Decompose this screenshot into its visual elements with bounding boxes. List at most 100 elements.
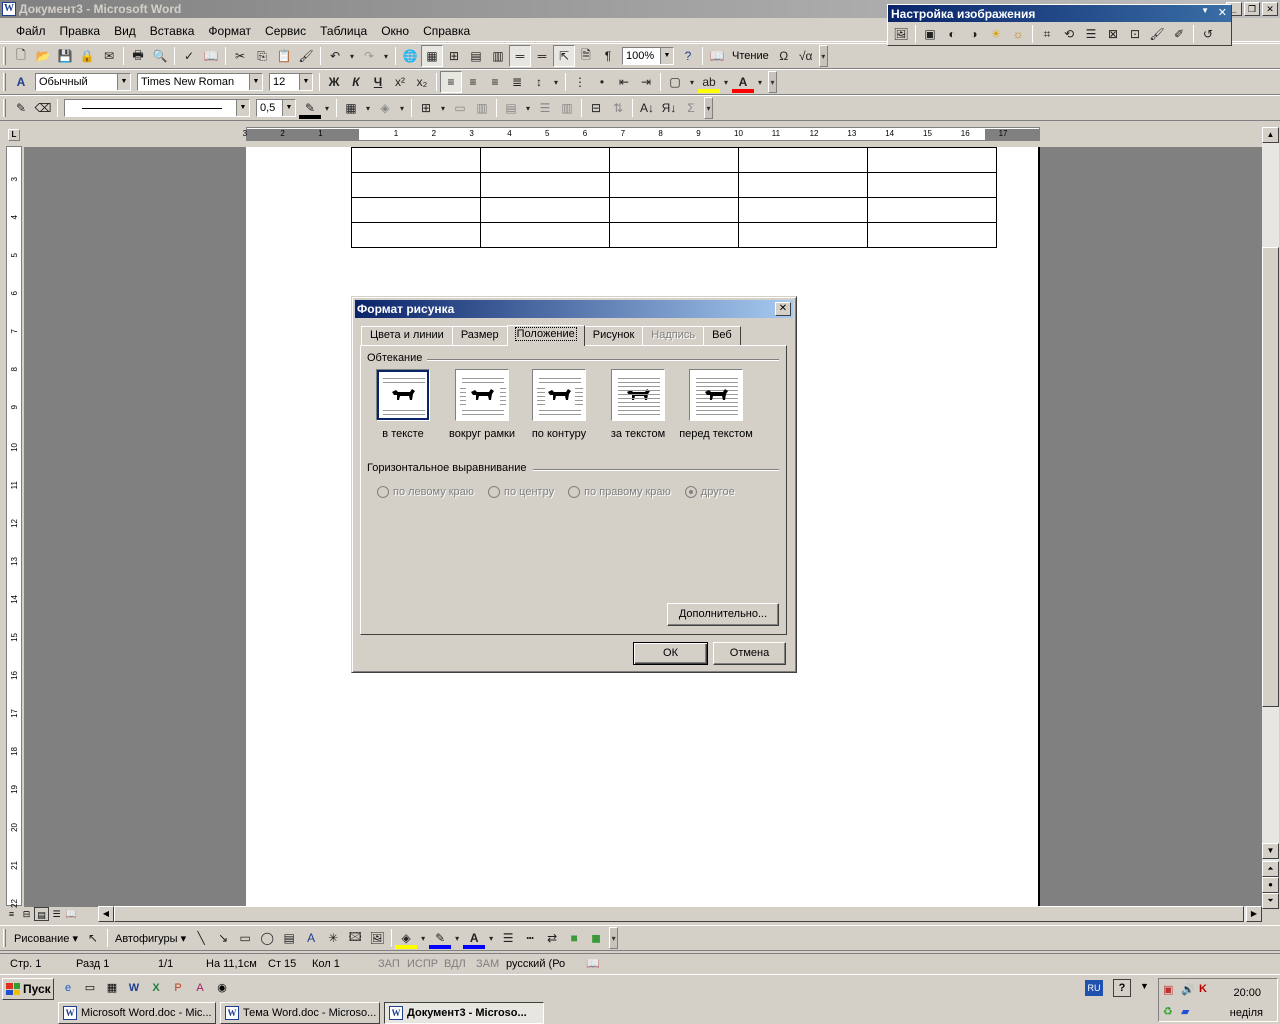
align-justify-icon[interactable]: ≣ [506,71,528,93]
shading-color-icon[interactable]: ◈ [374,97,396,119]
compress-pictures-icon[interactable]: ⊠ [1102,23,1124,45]
redo-dropdown-icon[interactable]: ▾ [380,45,392,67]
line-weight-select[interactable]: 0,5 ▼ [256,99,296,117]
menu-file[interactable]: Файл [0,22,53,40]
horizontal-line-icon[interactable]: ═ [531,45,553,67]
equation-icon[interactable]: √α [795,45,817,67]
toolbar-grip[interactable] [3,929,6,947]
border-color-dropdown-icon[interactable]: ▾ [321,97,333,119]
print-layout-icon[interactable]: ▤ [34,907,49,921]
bulleted-list-icon[interactable]: • [591,71,613,93]
table-cell[interactable] [738,172,868,198]
menu-view[interactable]: Вид [107,22,143,40]
select-objects-icon[interactable]: ↖ [82,927,104,949]
arrow-icon[interactable]: ↘ [212,927,234,949]
menu-window[interactable]: Окно [374,22,416,40]
menu-insert[interactable]: Вставка [143,22,202,40]
vertical-scrollbar[interactable]: ▲ ▼ ⏶ ● ⏷ [1262,127,1279,909]
calculator-icon[interactable]: ▦ [102,978,122,998]
wrap-tight[interactable]: по контуру [519,369,599,440]
increase-indent-icon[interactable]: ⇥ [635,71,657,93]
menu-format[interactable]: Формат [201,22,258,40]
decrease-indent-icon[interactable]: ⇤ [613,71,635,93]
cancel-button[interactable]: Отмена [713,642,786,665]
insert-table-icon[interactable]: ⊞ [443,45,465,67]
undo-dropdown-icon[interactable]: ▾ [346,45,358,67]
line-color-icon[interactable]: ✎ [429,927,452,949]
borders-icon[interactable]: ▢ [664,71,686,93]
dash-style-icon[interactable]: ┅ [519,927,541,949]
wrap-behind-text[interactable]: за текстом [598,369,678,440]
italic-icon[interactable]: К [345,71,367,93]
tab-selector[interactable]: L [8,129,20,141]
reading-mode-button[interactable]: Чтение [728,50,773,62]
more-contrast-icon[interactable]: ◐ [941,23,963,45]
table-cell[interactable] [609,222,739,248]
research-icon[interactable]: 📖 [200,45,222,67]
toolbar-options-icon[interactable]: ▾ [818,45,828,67]
drawing-toggle-icon[interactable]: ═ [509,45,531,67]
close-icon[interactable]: ✕ [1218,6,1227,19]
permission-icon[interactable]: 🔒 [76,45,98,67]
borders-dropdown-icon[interactable]: ▾ [686,71,698,93]
email-icon[interactable]: ✉ [98,45,120,67]
oval-icon[interactable]: ◯ [256,927,278,949]
document-table[interactable] [351,147,997,248]
dialog-titlebar[interactable]: Формат рисунка ✕ [355,300,793,318]
distribute-columns-icon[interactable]: ▥ [556,97,578,119]
tab-picture[interactable]: Рисунок [583,326,644,345]
new-document-icon[interactable]: 🗋 [10,45,32,67]
excel-icon[interactable]: X [146,978,166,998]
font-color-dropdown-icon[interactable]: ▾ [754,71,766,93]
table-cell[interactable] [351,222,481,248]
dialog-close-button[interactable]: ✕ [775,302,791,316]
picture-toolbar-titlebar[interactable]: Настройка изображения ▼ ✕ [888,5,1231,22]
table-cell[interactable] [867,222,997,248]
web-view-icon[interactable]: ⊟ [19,907,34,921]
wrap-in-line[interactable]: в тексте [363,369,443,440]
show-hide-pilcrow-icon[interactable]: ¶ [597,45,619,67]
previous-page-icon[interactable]: ⏶ [1262,861,1279,877]
columns-icon[interactable]: ▥ [487,45,509,67]
vertical-ruler[interactable]: 3 4 5 6 7 8 9 10 11 12 13 14 15 16 17 18 19 20 21 22 [6,146,22,908]
line-spacing-icon[interactable]: ↕ [528,71,550,93]
tables-borders-icon[interactable]: ▦ [421,45,443,67]
diagram-icon[interactable]: ✳ [322,927,344,949]
outline-view-icon[interactable]: ☰ [49,907,64,921]
set-transparent-color-icon[interactable]: ✐ [1168,23,1190,45]
distribute-rows-icon[interactable]: ☰ [534,97,556,119]
line-style-icon[interactable]: ☰ [497,927,519,949]
antivirus-icon[interactable]: K [1199,983,1207,995]
reading-view-icon[interactable]: 📖 [64,907,79,921]
status-track-changes[interactable]: ИСПР [407,958,444,970]
access-icon[interactable]: A [190,978,210,998]
chevron-down-icon[interactable]: ▼ [249,74,262,90]
border-color-icon[interactable]: ✎ [299,97,321,119]
font-color-icon[interactable]: A [463,927,486,949]
print-icon[interactable]: 🖶 [127,45,149,67]
align-cell-dropdown-icon[interactable]: ▾ [522,97,534,119]
menu-help[interactable]: Справка [416,22,477,40]
close-button[interactable]: ✕ [1262,2,1278,16]
horizontal-scrollbar[interactable]: ◀ ▶ [98,906,1262,922]
align-center-icon[interactable]: ≡ [462,71,484,93]
toolbar-grip[interactable] [3,73,6,91]
chevron-down-icon[interactable]: ▼ [299,74,312,90]
copy-icon[interactable]: ⎘ [251,45,273,67]
status-extend-selection[interactable]: ВДЛ [444,958,476,970]
rotate-icon[interactable]: ⟲ [1058,23,1080,45]
table-cell[interactable] [867,197,997,223]
font-color-icon[interactable]: A [732,71,754,93]
tab-web[interactable]: Веб [703,326,741,345]
omega-symbol-icon[interactable]: Ω [773,45,795,67]
crop-icon[interactable]: ⌗ [1036,23,1058,45]
underline-icon[interactable]: Ч [367,71,389,93]
toolbar-options-icon[interactable]: ▾ [609,927,619,949]
table-cell[interactable] [609,172,739,198]
next-page-icon[interactable]: ⏷ [1262,893,1279,909]
scroll-thumb[interactable] [1262,247,1279,707]
sort-descending-icon[interactable]: Я↓ [658,97,680,119]
volume-icon[interactable]: 🔊 [1181,983,1195,996]
text-box-icon[interactable]: ▤ [278,927,300,949]
status-language[interactable]: русский (Ро [506,958,586,970]
